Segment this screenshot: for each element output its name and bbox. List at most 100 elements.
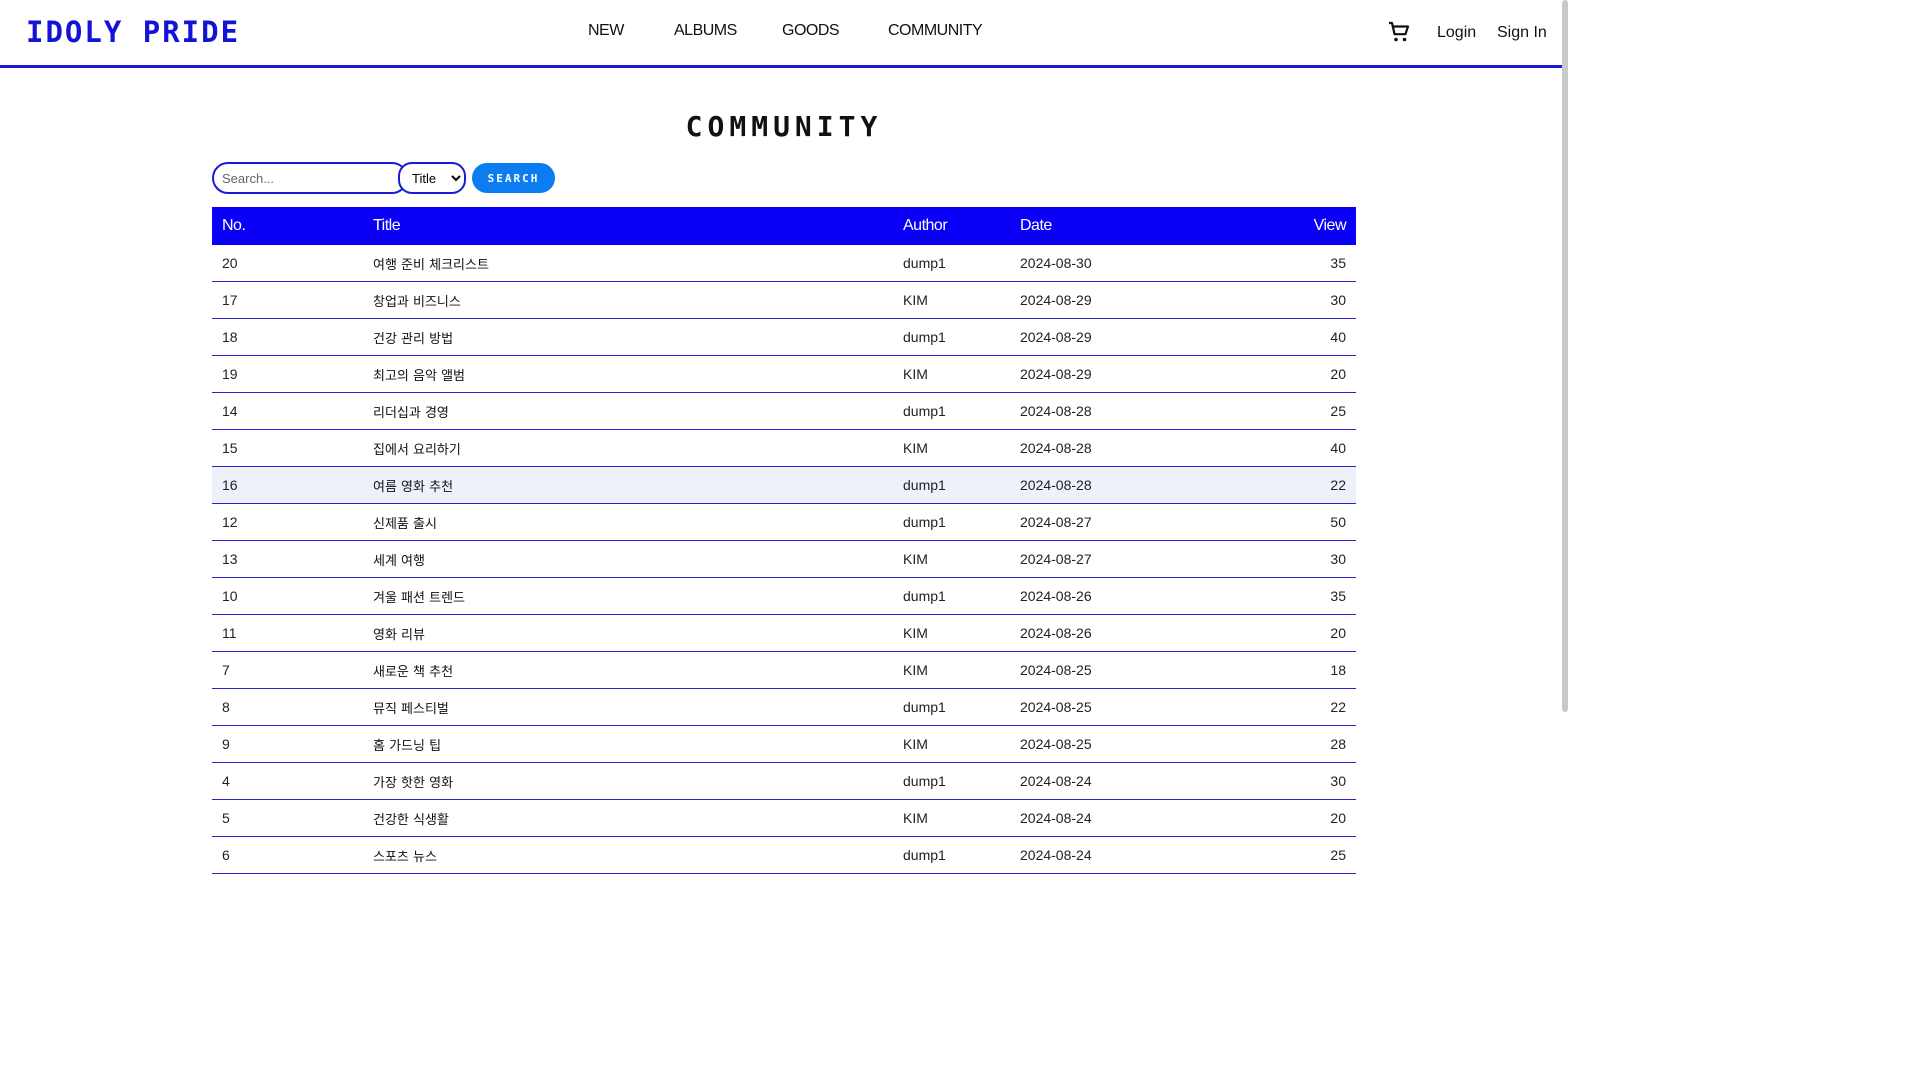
- table-row[interactable]: 13 세계 여행 KIM 2024-08-27 30: [212, 540, 1356, 578]
- table-row[interactable]: 11 영화 리뷰 KIM 2024-08-26 20: [212, 614, 1356, 652]
- table-row[interactable]: 10 겨울 패션 트렌드 dump1 2024-08-26 35: [212, 577, 1356, 615]
- table-header-row: No. Title Author Date View: [212, 207, 1356, 245]
- cell-no: 16: [212, 466, 363, 504]
- site-header: IDOLY PRIDE NEW ALBUMS GOODS COMMUNITY L…: [0, 0, 1568, 68]
- table-row-hovered[interactable]: 16 여름 영화 추천 dump1 2024-08-28 22: [212, 466, 1356, 504]
- cell-no: 12: [212, 503, 363, 541]
- cell-date: 2024-08-25: [1010, 688, 1290, 726]
- col-header-title: Title: [363, 207, 893, 245]
- cell-view: 22: [1290, 688, 1356, 726]
- table-row[interactable]: 7 새로운 책 추천 KIM 2024-08-25 18: [212, 651, 1356, 689]
- search-filter-select[interactable]: Title: [398, 162, 466, 194]
- cell-date: 2024-08-26: [1010, 577, 1290, 615]
- cell-title-link[interactable]: 최고의 음악 앨범: [363, 355, 893, 393]
- cell-date: 2024-08-29: [1010, 281, 1290, 319]
- cell-date: 2024-08-24: [1010, 836, 1290, 874]
- cell-author: KIM: [893, 540, 1010, 578]
- cell-view: 20: [1290, 614, 1356, 652]
- table-row[interactable]: 12 신제품 출시 dump1 2024-08-27 50: [212, 503, 1356, 541]
- cell-title-link[interactable]: 세계 여행: [363, 540, 893, 578]
- table-row[interactable]: 19 최고의 음악 앨범 KIM 2024-08-29 20: [212, 355, 1356, 393]
- table-row[interactable]: 18 건강 관리 방법 dump1 2024-08-29 40: [212, 318, 1356, 356]
- cell-date: 2024-08-24: [1010, 799, 1290, 837]
- search-input[interactable]: [212, 162, 408, 194]
- cell-date: 2024-08-30: [1010, 245, 1290, 282]
- cell-view: 22: [1290, 466, 1356, 504]
- cell-title-link[interactable]: 리더십과 경영: [363, 392, 893, 430]
- cell-author: dump1: [893, 466, 1010, 504]
- cell-no: 6: [212, 836, 363, 874]
- cell-view: 30: [1290, 281, 1356, 319]
- cell-no: 10: [212, 577, 363, 615]
- table-row[interactable]: 4 가장 핫한 영화 dump1 2024-08-24 30: [212, 762, 1356, 800]
- cell-author: KIM: [893, 429, 1010, 467]
- cell-author: dump1: [893, 245, 1010, 282]
- nav-goods[interactable]: GOODS: [782, 22, 840, 40]
- cell-view: 20: [1290, 355, 1356, 393]
- nav-albums[interactable]: ALBUMS: [674, 22, 737, 40]
- cell-view: 40: [1290, 429, 1356, 467]
- cell-date: 2024-08-25: [1010, 725, 1290, 763]
- nav-new[interactable]: NEW: [588, 22, 624, 40]
- col-header-date: Date: [1010, 207, 1290, 245]
- table-row[interactable]: 20 여행 준비 체크리스트 dump1 2024-08-30 35: [212, 245, 1356, 282]
- cell-title-link[interactable]: 스포츠 뉴스: [363, 836, 893, 874]
- cell-view: 30: [1290, 540, 1356, 578]
- cell-no: 9: [212, 725, 363, 763]
- table-row[interactable]: 9 홈 가드닝 팁 KIM 2024-08-25 28: [212, 725, 1356, 763]
- cell-date: 2024-08-29: [1010, 318, 1290, 356]
- cell-view: 35: [1290, 577, 1356, 615]
- cell-author: dump1: [893, 392, 1010, 430]
- cell-no: 20: [212, 245, 363, 282]
- cell-title-link[interactable]: 가장 핫한 영화: [363, 762, 893, 800]
- search-button[interactable]: SEARCH: [472, 163, 555, 193]
- cell-author: KIM: [893, 281, 1010, 319]
- cell-view: 28: [1290, 725, 1356, 763]
- cell-view: 25: [1290, 836, 1356, 874]
- cell-author: KIM: [893, 725, 1010, 763]
- table-row[interactable]: 8 뮤직 페스티벌 dump1 2024-08-25 22: [212, 688, 1356, 726]
- cell-no: 17: [212, 281, 363, 319]
- col-header-no: No.: [212, 207, 363, 245]
- cell-no: 15: [212, 429, 363, 467]
- cell-view: 18: [1290, 651, 1356, 689]
- cell-title-link[interactable]: 창업과 비즈니스: [363, 281, 893, 319]
- cell-date: 2024-08-29: [1010, 355, 1290, 393]
- signin-link[interactable]: Sign In: [1497, 24, 1547, 42]
- main-nav: NEW ALBUMS GOODS COMMUNITY: [0, 22, 1568, 46]
- cell-no: 19: [212, 355, 363, 393]
- cell-title-link[interactable]: 겨울 패션 트렌드: [363, 577, 893, 615]
- cell-no: 11: [212, 614, 363, 652]
- cell-title-link[interactable]: 건강한 식생활: [363, 799, 893, 837]
- nav-community[interactable]: COMMUNITY: [888, 22, 983, 40]
- table-row[interactable]: 5 건강한 식생활 KIM 2024-08-24 20: [212, 799, 1356, 837]
- cell-view: 50: [1290, 503, 1356, 541]
- cell-date: 2024-08-27: [1010, 503, 1290, 541]
- cell-author: KIM: [893, 614, 1010, 652]
- cell-title-link[interactable]: 여름 영화 추천: [363, 466, 893, 504]
- cell-title-link[interactable]: 홈 가드닝 팁: [363, 725, 893, 763]
- table-row[interactable]: 15 집에서 요리하기 KIM 2024-08-28 40: [212, 429, 1356, 467]
- cart-icon[interactable]: [1387, 20, 1411, 44]
- cell-title-link[interactable]: 신제품 출시: [363, 503, 893, 541]
- table-row[interactable]: 6 스포츠 뉴스 dump1 2024-08-24 25: [212, 836, 1356, 874]
- cell-view: 25: [1290, 392, 1356, 430]
- cell-no: 5: [212, 799, 363, 837]
- cell-no: 8: [212, 688, 363, 726]
- cell-title-link[interactable]: 집에서 요리하기: [363, 429, 893, 467]
- cell-no: 14: [212, 392, 363, 430]
- cell-author: dump1: [893, 318, 1010, 356]
- login-link[interactable]: Login: [1437, 24, 1476, 42]
- cell-title-link[interactable]: 영화 리뷰: [363, 614, 893, 652]
- cell-title-link[interactable]: 새로운 책 추천: [363, 651, 893, 689]
- cell-no: 13: [212, 540, 363, 578]
- cell-title-link[interactable]: 뮤직 페스티벌: [363, 688, 893, 726]
- cell-title-link[interactable]: 여행 준비 체크리스트: [363, 245, 893, 282]
- cell-date: 2024-08-28: [1010, 392, 1290, 430]
- cell-title-link[interactable]: 건강 관리 방법: [363, 318, 893, 356]
- cell-author: KIM: [893, 355, 1010, 393]
- table-row[interactable]: 17 창업과 비즈니스 KIM 2024-08-29 30: [212, 281, 1356, 319]
- page-scrollbar[interactable]: [1562, 0, 1568, 712]
- cell-date: 2024-08-26: [1010, 614, 1290, 652]
- table-row[interactable]: 14 리더십과 경영 dump1 2024-08-28 25: [212, 392, 1356, 430]
